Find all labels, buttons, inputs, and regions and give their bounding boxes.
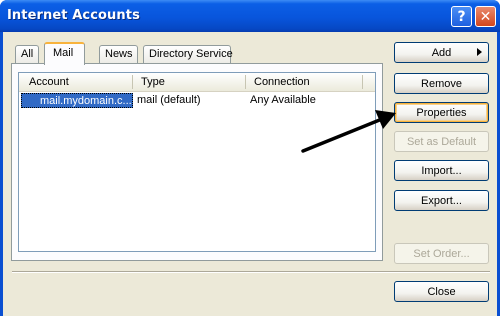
submenu-arrow-icon	[477, 48, 482, 56]
properties-button-label: Properties	[416, 106, 467, 119]
column-header-connection[interactable]: Connection	[254, 76, 310, 88]
properties-button[interactable]: Properties	[394, 102, 489, 123]
separator-line	[12, 271, 490, 273]
tab-mail[interactable]: Mail	[44, 42, 85, 65]
dialog-body: All Mail News Directory Service Account …	[3, 32, 497, 316]
column-divider[interactable]	[132, 75, 133, 89]
accounts-list[interactable]: Account Type Connection mail.mydomain.c.…	[18, 72, 376, 252]
tab-label: All	[21, 48, 34, 60]
set-as-default-label: Set as Default	[406, 135, 477, 148]
list-header: Account Type Connection	[19, 73, 375, 92]
add-button[interactable]: Add	[394, 42, 489, 63]
set-as-default-button[interactable]: Set as Default	[394, 131, 489, 152]
add-button-label: Add	[431, 46, 452, 59]
annotation-arrow-icon	[301, 110, 396, 153]
export-button-label: Export...	[421, 194, 462, 207]
account-name-cell: mail.mydomain.c...	[21, 93, 133, 108]
tab-label: Directory Service	[149, 48, 233, 60]
tab-label: News	[105, 48, 133, 60]
export-button[interactable]: Export...	[394, 190, 489, 211]
set-order-button[interactable]: Set Order...	[394, 243, 489, 264]
tab-all[interactable]: All	[15, 45, 39, 63]
account-type-cell: mail (default)	[137, 94, 201, 106]
close-button-label: Close	[427, 285, 456, 298]
close-button[interactable]: Close	[394, 281, 489, 302]
help-icon: ?	[457, 8, 466, 25]
set-order-label: Set Order...	[413, 247, 470, 260]
tab-directory-service[interactable]: Directory Service	[143, 45, 233, 63]
remove-button-label: Remove	[421, 77, 462, 90]
tab-panel-mail: Account Type Connection mail.mydomain.c.…	[11, 63, 383, 261]
import-button-label: Import...	[421, 164, 462, 177]
column-header-account[interactable]: Account	[29, 76, 69, 88]
window-title: Internet Accounts	[7, 8, 140, 23]
column-header-type[interactable]: Type	[141, 76, 165, 88]
internet-accounts-window: Internet Accounts ? ✕ All Mail News Dire…	[0, 0, 500, 316]
close-icon: ✕	[479, 8, 492, 25]
remove-button[interactable]: Remove	[394, 73, 489, 94]
tab-label: Mail	[53, 47, 74, 59]
tab-news[interactable]: News	[99, 45, 138, 63]
column-divider[interactable]	[245, 75, 246, 89]
help-button[interactable]: ?	[451, 6, 472, 27]
title-bar[interactable]: Internet Accounts ? ✕	[0, 0, 500, 32]
close-window-button[interactable]: ✕	[475, 6, 496, 27]
import-button[interactable]: Import...	[394, 160, 489, 181]
column-divider[interactable]	[362, 75, 363, 89]
